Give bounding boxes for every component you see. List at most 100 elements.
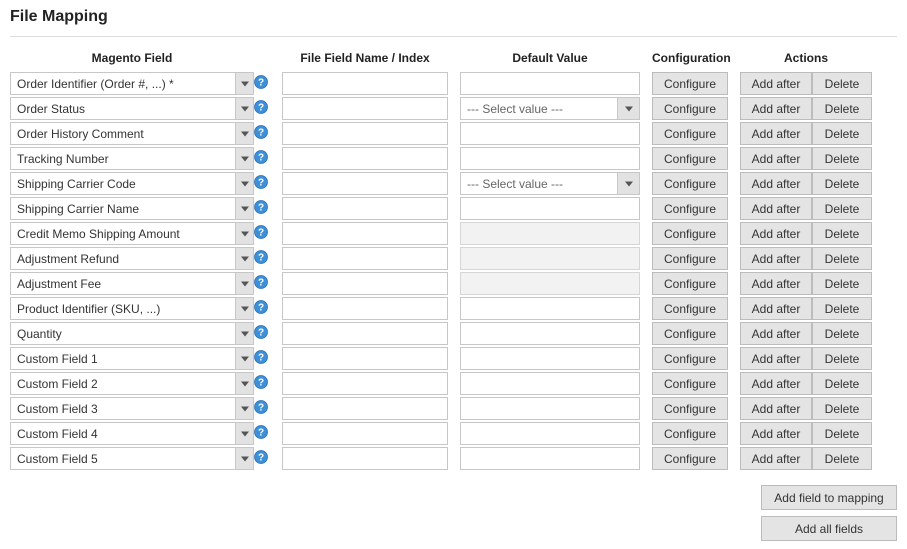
file-field-input[interactable] (282, 397, 448, 420)
delete-button[interactable]: Delete (812, 122, 872, 145)
delete-button[interactable]: Delete (812, 222, 872, 245)
magento-field-select[interactable]: Quantity (10, 322, 254, 345)
help-icon[interactable] (254, 275, 268, 289)
help-icon[interactable] (254, 150, 268, 164)
file-field-input[interactable] (282, 197, 448, 220)
add-after-button[interactable]: Add after (740, 72, 812, 95)
help-icon[interactable] (254, 250, 268, 264)
magento-field-select[interactable]: Custom Field 5 (10, 447, 254, 470)
default-value-input[interactable] (460, 447, 640, 470)
delete-button[interactable]: Delete (812, 272, 872, 295)
magento-field-select[interactable]: Tracking Number (10, 147, 254, 170)
add-after-button[interactable]: Add after (740, 147, 812, 170)
default-value-select[interactable]: --- Select value --- (460, 97, 640, 120)
configure-button[interactable]: Configure (652, 172, 728, 195)
file-field-input[interactable] (282, 97, 448, 120)
help-icon[interactable] (254, 400, 268, 414)
delete-button[interactable]: Delete (812, 247, 872, 270)
magento-field-select[interactable]: Adjustment Refund (10, 247, 254, 270)
configure-button[interactable]: Configure (652, 122, 728, 145)
magento-field-select[interactable]: Custom Field 1 (10, 347, 254, 370)
configure-button[interactable]: Configure (652, 447, 728, 470)
add-field-to-mapping-button[interactable]: Add field to mapping (761, 485, 897, 510)
configure-button[interactable]: Configure (652, 372, 728, 395)
default-value-input[interactable] (460, 197, 640, 220)
magento-field-select[interactable]: Credit Memo Shipping Amount (10, 222, 254, 245)
help-icon[interactable] (254, 325, 268, 339)
magento-field-select[interactable]: Order Status (10, 97, 254, 120)
configure-button[interactable]: Configure (652, 222, 728, 245)
add-after-button[interactable]: Add after (740, 322, 812, 345)
file-field-input[interactable] (282, 322, 448, 345)
default-value-input[interactable] (460, 72, 640, 95)
delete-button[interactable]: Delete (812, 347, 872, 370)
add-after-button[interactable]: Add after (740, 297, 812, 320)
help-icon[interactable] (254, 450, 268, 464)
help-icon[interactable] (254, 175, 268, 189)
default-value-select[interactable]: --- Select value --- (460, 172, 640, 195)
delete-button[interactable]: Delete (812, 97, 872, 120)
add-all-fields-button[interactable]: Add all fields (761, 516, 897, 541)
help-icon[interactable] (254, 200, 268, 214)
magento-field-select[interactable]: Order Identifier (Order #, ...) * (10, 72, 254, 95)
file-field-input[interactable] (282, 147, 448, 170)
add-after-button[interactable]: Add after (740, 447, 812, 470)
magento-field-select[interactable]: Shipping Carrier Code (10, 172, 254, 195)
magento-field-select[interactable]: Custom Field 4 (10, 422, 254, 445)
configure-button[interactable]: Configure (652, 297, 728, 320)
default-value-input[interactable] (460, 397, 640, 420)
delete-button[interactable]: Delete (812, 172, 872, 195)
file-field-input[interactable] (282, 347, 448, 370)
delete-button[interactable]: Delete (812, 397, 872, 420)
file-field-input[interactable] (282, 297, 448, 320)
configure-button[interactable]: Configure (652, 322, 728, 345)
file-field-input[interactable] (282, 222, 448, 245)
magento-field-select[interactable]: Custom Field 2 (10, 372, 254, 395)
delete-button[interactable]: Delete (812, 147, 872, 170)
magento-field-select[interactable]: Custom Field 3 (10, 397, 254, 420)
configure-button[interactable]: Configure (652, 422, 728, 445)
add-after-button[interactable]: Add after (740, 272, 812, 295)
add-after-button[interactable]: Add after (740, 422, 812, 445)
default-value-input[interactable] (460, 147, 640, 170)
configure-button[interactable]: Configure (652, 147, 728, 170)
add-after-button[interactable]: Add after (740, 397, 812, 420)
file-field-input[interactable] (282, 172, 448, 195)
magento-field-select[interactable]: Product Identifier (SKU, ...) (10, 297, 254, 320)
configure-button[interactable]: Configure (652, 72, 728, 95)
default-value-input[interactable] (460, 347, 640, 370)
magento-field-select[interactable]: Shipping Carrier Name (10, 197, 254, 220)
help-icon[interactable] (254, 125, 268, 139)
magento-field-select[interactable]: Adjustment Fee (10, 272, 254, 295)
configure-button[interactable]: Configure (652, 272, 728, 295)
add-after-button[interactable]: Add after (740, 372, 812, 395)
add-after-button[interactable]: Add after (740, 97, 812, 120)
file-field-input[interactable] (282, 122, 448, 145)
configure-button[interactable]: Configure (652, 97, 728, 120)
file-field-input[interactable] (282, 247, 448, 270)
add-after-button[interactable]: Add after (740, 172, 812, 195)
default-value-input[interactable] (460, 122, 640, 145)
help-icon[interactable] (254, 425, 268, 439)
delete-button[interactable]: Delete (812, 447, 872, 470)
add-after-button[interactable]: Add after (740, 122, 812, 145)
help-icon[interactable] (254, 300, 268, 314)
delete-button[interactable]: Delete (812, 72, 872, 95)
file-field-input[interactable] (282, 372, 448, 395)
add-after-button[interactable]: Add after (740, 222, 812, 245)
help-icon[interactable] (254, 350, 268, 364)
add-after-button[interactable]: Add after (740, 347, 812, 370)
file-field-input[interactable] (282, 447, 448, 470)
configure-button[interactable]: Configure (652, 197, 728, 220)
help-icon[interactable] (254, 375, 268, 389)
default-value-input[interactable] (460, 372, 640, 395)
delete-button[interactable]: Delete (812, 297, 872, 320)
default-value-input[interactable] (460, 297, 640, 320)
configure-button[interactable]: Configure (652, 397, 728, 420)
help-icon[interactable] (254, 225, 268, 239)
file-field-input[interactable] (282, 72, 448, 95)
configure-button[interactable]: Configure (652, 247, 728, 270)
help-icon[interactable] (254, 75, 268, 89)
delete-button[interactable]: Delete (812, 197, 872, 220)
delete-button[interactable]: Delete (812, 322, 872, 345)
